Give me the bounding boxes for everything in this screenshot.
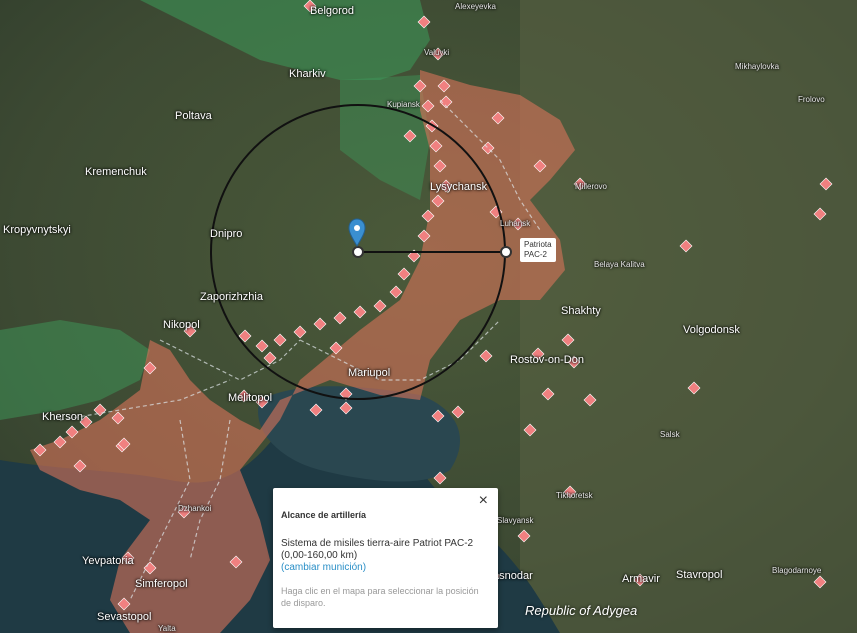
city-label: Frolovo bbox=[798, 95, 825, 104]
city-label: Mikhaylovka bbox=[735, 62, 780, 71]
artillery-range-popup: × Alcance de artillería Sistema de misil… bbox=[273, 488, 498, 628]
city-label: Kupiansk bbox=[387, 100, 420, 109]
city-label: Zaporizhzhia bbox=[200, 291, 263, 303]
city-label: Valuyki bbox=[424, 48, 450, 57]
city-label: Tikhoretsk bbox=[556, 491, 593, 500]
city-label: Nikopol bbox=[163, 319, 200, 331]
city-label: Shakhty bbox=[561, 305, 601, 317]
city-label: Simferopol bbox=[135, 578, 188, 590]
city-label: Blagodarnoye bbox=[772, 566, 822, 575]
city-label: Millerovo bbox=[575, 182, 608, 191]
close-icon[interactable]: × bbox=[479, 492, 488, 510]
city-label: Dnipro bbox=[210, 228, 243, 240]
popup-title: Alcance de artillería bbox=[281, 510, 367, 520]
city-label: Poltava bbox=[175, 110, 212, 122]
region-label: Republic of Adygea bbox=[525, 603, 638, 618]
city-label: Slavyansk bbox=[497, 516, 534, 525]
city-label: Luhansk bbox=[500, 219, 531, 228]
city-label: Armavir bbox=[622, 573, 660, 585]
patriot-label-line2: PAC-2 bbox=[524, 250, 547, 259]
patriot-range-label: Patriota PAC-2 bbox=[520, 238, 556, 262]
city-label: Lysychansk bbox=[430, 181, 488, 193]
popup-hint: Haga clic en el mapa para seleccionar la… bbox=[281, 586, 479, 608]
city-label: Alexeyevka bbox=[455, 2, 496, 11]
city-label: Stavropol bbox=[676, 569, 723, 581]
popup-description: Sistema de misiles tierra-aire Patriot P… bbox=[281, 538, 474, 561]
city-label: Yevpatoria bbox=[82, 555, 134, 567]
city-label: Volgodonsk bbox=[683, 324, 740, 336]
city-label: Belaya Kalitva bbox=[594, 260, 645, 269]
city-label: Kremenchuk bbox=[85, 166, 147, 178]
city-label: Melitopol bbox=[228, 392, 273, 404]
change-ammo-link[interactable]: (cambiar munición) bbox=[281, 562, 490, 573]
patriot-label-line1: Patriota bbox=[524, 240, 552, 249]
city-label: Dzhankoi bbox=[178, 504, 212, 513]
city-label: Kropyvnytskyi bbox=[3, 224, 71, 236]
city-label: Yalta bbox=[158, 624, 176, 633]
range-edge-handle[interactable] bbox=[500, 246, 512, 258]
city-label: Rostov-on-Don bbox=[510, 354, 584, 366]
range-center-handle[interactable] bbox=[352, 246, 364, 258]
city-label: Kherson bbox=[42, 411, 83, 423]
city-label: Kharkiv bbox=[289, 68, 326, 80]
city-label: Belgorod bbox=[310, 5, 355, 17]
city-label: Mariupol bbox=[348, 367, 391, 379]
city-label: Sevastopol bbox=[97, 611, 152, 623]
city-label: Salsk bbox=[660, 430, 680, 439]
